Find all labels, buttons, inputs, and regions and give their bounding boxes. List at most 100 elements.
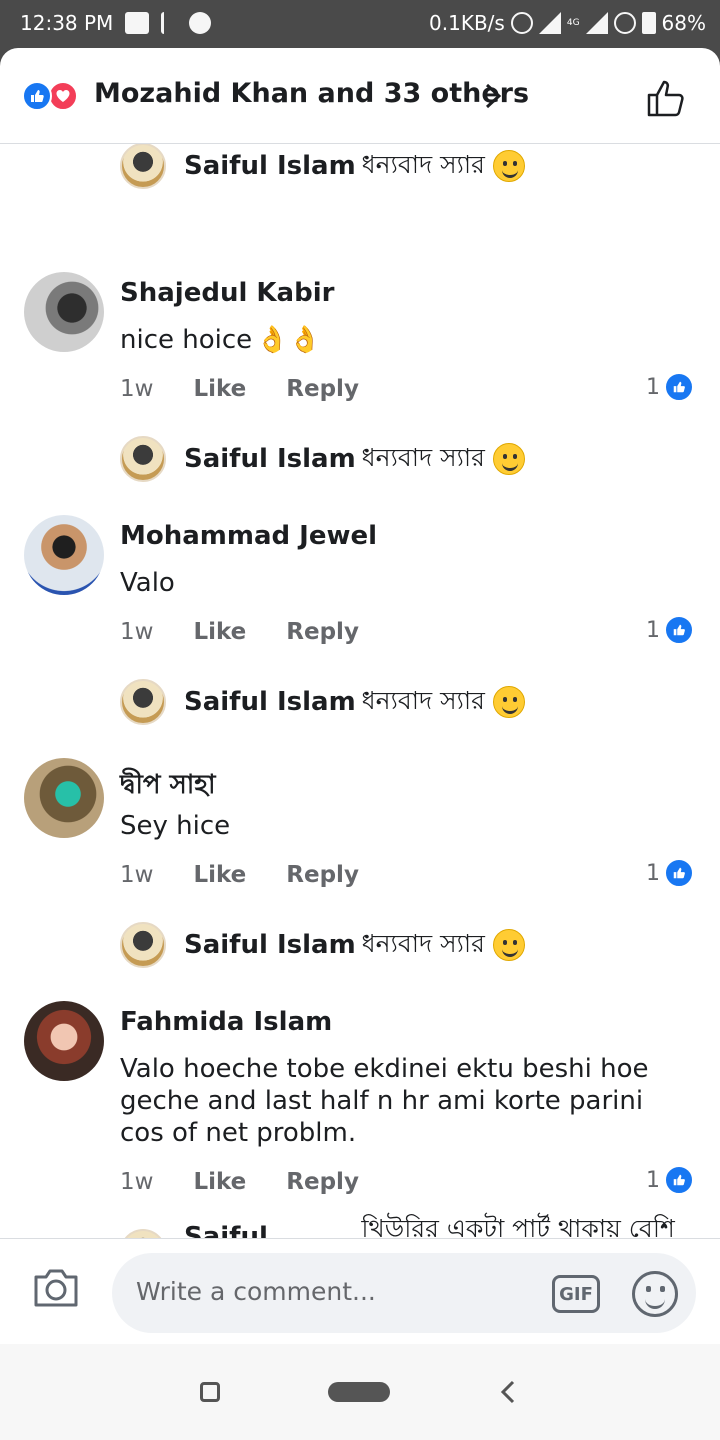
like-badge-icon [664, 615, 694, 645]
home-button[interactable] [328, 1382, 390, 1402]
status-bar: 12:38 PM 0.1KB/s 4G 68% [0, 0, 720, 48]
reply-text: ধন্যবাদ স্যার [361, 149, 485, 179]
alarm-icon [510, 12, 533, 34]
like-link[interactable]: Like [193, 376, 246, 402]
like-badge-icon [664, 372, 694, 402]
chevron-right-icon[interactable] [484, 82, 502, 110]
avatar[interactable] [120, 144, 166, 189]
status-time: 12:38 PM [20, 11, 114, 35]
reply-author[interactable]: Saiful Islam [184, 930, 356, 960]
recent-apps-button[interactable] [200, 1382, 220, 1402]
comment-time: 1w [120, 619, 154, 645]
comment-actions: 1w Like Reply [120, 619, 359, 645]
comment-input[interactable]: Write a comment... GIF [112, 1253, 696, 1333]
signal-icon [538, 12, 561, 34]
comments-sheet: Mozahid Khan and 33 others Saiful Islam … [0, 48, 720, 1344]
messenger-icon [189, 12, 212, 34]
comment-time: 1w [120, 376, 154, 402]
like-reaction-icon [22, 81, 52, 111]
comment-actions: 1w Like Reply [120, 376, 359, 402]
avatar[interactable] [120, 922, 166, 968]
smile-emoji-icon [492, 443, 525, 475]
reply-text: থিউরির একটা পার্ট থাকায় বেশি ম... [361, 1214, 675, 1238]
avatar[interactable] [24, 515, 104, 595]
like-count-value: 1 [646, 860, 660, 886]
reply-preview[interactable]: Saiful Islam ধন্যবাদ স্যার [120, 920, 525, 970]
reply-link[interactable]: Reply [286, 619, 359, 645]
comment-body: nice hoice [120, 325, 253, 355]
battery-level: 68% [661, 11, 706, 35]
comment-text: nice hoice 👌👌 [120, 324, 680, 356]
reply-preview[interactable]: Saiful Islam ধন্যবাদ স্যার [120, 144, 525, 191]
comment-text: Valo [120, 567, 680, 599]
comment-body: Sey hice [120, 811, 231, 841]
smile-emoji-icon [492, 686, 525, 718]
net-speed: 0.1KB/s [429, 11, 505, 35]
comment-list[interactable]: Saiful Islam ধন্যবাদ স্যার Shajedul Kabi… [0, 144, 720, 1238]
reply-link[interactable]: Reply [286, 376, 359, 402]
reaction-icons [22, 81, 88, 111]
like-outline-icon[interactable] [645, 78, 689, 118]
like-count-value: 1 [646, 617, 660, 643]
status-right: 0.1KB/s 4G 68% [429, 11, 706, 35]
signal-icon-2 [585, 12, 608, 34]
reply-author[interactable]: Saiful Islam [184, 151, 356, 181]
comment-text: Sey hice [120, 810, 680, 842]
comment-like-count[interactable]: 1 [646, 372, 694, 402]
smile-emoji-icon [492, 929, 525, 961]
like-badge-icon [664, 1165, 694, 1195]
comment-placeholder: Write a comment... [136, 1277, 376, 1306]
avatar[interactable] [120, 679, 166, 725]
message-icon [125, 12, 150, 34]
reactions-header[interactable]: Mozahid Khan and 33 others [0, 48, 720, 144]
reactions-summary[interactable]: Mozahid Khan and 33 others [94, 78, 529, 109]
comment-like-count[interactable]: 1 [646, 1165, 694, 1195]
avatar[interactable] [120, 1229, 166, 1238]
reply-text: ধন্যবাদ স্যার [361, 442, 485, 472]
network-type: 4G [566, 18, 580, 28]
reply-author[interactable]: Saiful Islam [184, 444, 356, 474]
avatar[interactable] [120, 436, 166, 482]
reply-preview[interactable]: Saiful Islam ধন্যবাদ স্যার [120, 677, 525, 727]
avatar[interactable] [24, 1001, 104, 1081]
reply-link[interactable]: Reply [286, 862, 359, 888]
like-link[interactable]: Like [193, 862, 246, 888]
smile-emoji-icon [492, 150, 525, 182]
flag-icon [161, 12, 177, 34]
love-reaction-icon [48, 81, 78, 111]
comment-body: Valo [120, 568, 175, 598]
like-count-value: 1 [646, 1167, 660, 1193]
camera-icon[interactable] [32, 1267, 80, 1309]
comment-author[interactable]: Shajedul Kabir [120, 278, 334, 308]
reply-text: ধন্যবাদ স্যার [361, 685, 485, 715]
comment-author[interactable]: দ্বীপ সাহা [120, 764, 216, 808]
reply-author[interactable]: Saiful Islam [184, 687, 356, 717]
reply-preview[interactable]: Saiful Islam ধন্যবাদ স্যার [120, 434, 525, 484]
back-button[interactable] [500, 1380, 516, 1404]
ok-hand-emoji-icon: 👌👌 [256, 325, 321, 355]
reply-preview[interactable]: Saiful Islam থিউরির একটা পার্ট থাকায় বে… [120, 1214, 720, 1238]
like-badge-icon [664, 858, 694, 888]
comment-author[interactable]: Fahmida Islam [120, 1007, 332, 1037]
comment-body: Valo hoeche tobe ekdinei ektu beshi hoe … [120, 1054, 649, 1148]
hotspot-icon [613, 12, 636, 34]
status-left: 12:38 PM [20, 11, 212, 35]
like-count-value: 1 [646, 374, 660, 400]
reply-author[interactable]: Saiful Islam [184, 1222, 355, 1238]
like-link[interactable]: Like [193, 1169, 246, 1195]
reply-link[interactable]: Reply [286, 1169, 359, 1195]
emoji-picker-icon[interactable] [632, 1271, 678, 1317]
comment-time: 1w [120, 862, 154, 888]
comment-like-count[interactable]: 1 [646, 858, 694, 888]
battery-icon [641, 12, 656, 34]
avatar[interactable] [24, 758, 104, 838]
gif-button[interactable]: GIF [552, 1275, 600, 1313]
system-nav-bar [0, 1344, 720, 1440]
avatar[interactable] [24, 272, 104, 352]
comment-actions: 1w Like Reply [120, 1169, 359, 1195]
comment-composer: Write a comment... GIF [0, 1238, 720, 1344]
comment-time: 1w [120, 1169, 154, 1195]
comment-author[interactable]: Mohammad Jewel [120, 521, 377, 551]
comment-like-count[interactable]: 1 [646, 615, 694, 645]
like-link[interactable]: Like [193, 619, 246, 645]
